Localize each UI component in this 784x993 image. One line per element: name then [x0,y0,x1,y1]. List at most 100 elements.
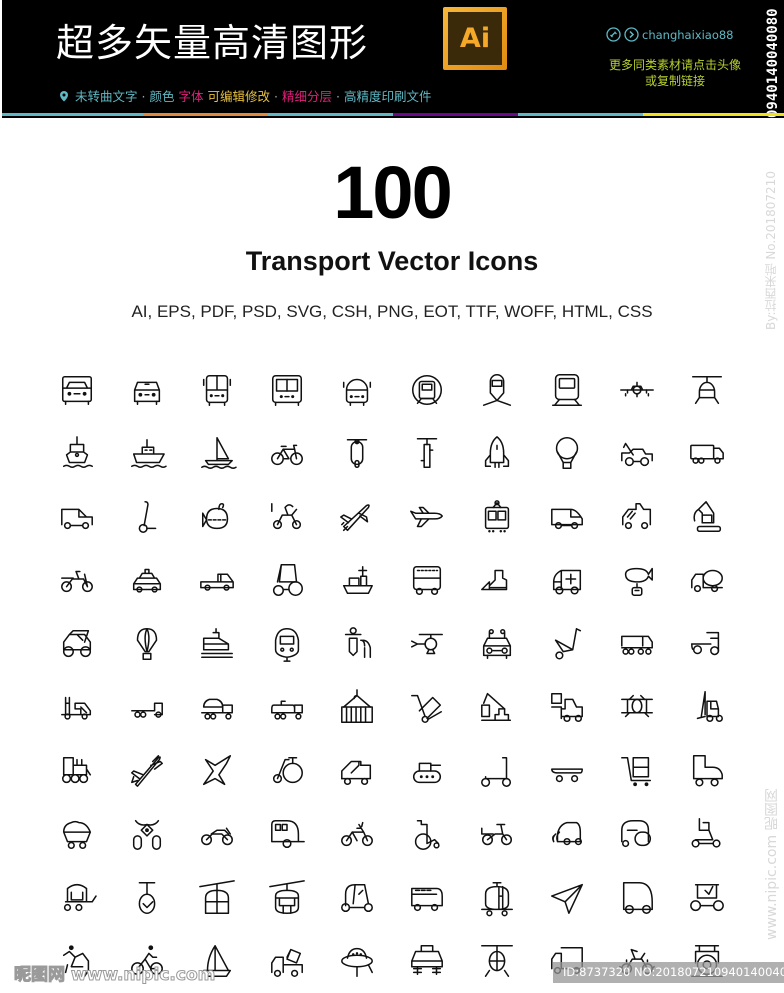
road-roller-icon [602,803,672,867]
high-speed-train-icon [252,612,322,676]
unicycle-icon [138,881,156,914]
pickup-truck-icon [182,549,252,613]
double-decker-bus-icon [412,566,442,596]
bullet-train-icon [182,612,252,676]
smart-car-icon [532,803,602,867]
wheelbarrow-icon [554,627,582,660]
unicycle-icon [112,866,182,930]
cement-mixer-icon [691,569,723,593]
kick-scooter-icon [462,739,532,803]
gondola-icon [252,866,322,930]
cable-tram-icon [484,499,510,533]
page-title: Transport Vector Icons [245,246,539,276]
balloon-icon [112,612,182,676]
coach-bus-icon [392,866,462,930]
tunnel-train-icon [411,374,443,405]
color-stripe [2,113,784,116]
double-decker-bus-icon [392,549,462,613]
pogo-stick-icon [416,438,438,469]
scooter-front-icon [322,422,392,486]
propeller-plane-icon [131,754,163,787]
semi-truck-icon [602,612,672,676]
cargo-ship-icon [322,549,392,613]
pallet-forklift-icon [551,693,583,723]
garbage-truck-icon [602,485,672,549]
airplane-front-icon [602,358,672,422]
semi-truck-icon [621,635,653,655]
illustrator-logo: Ai [443,7,507,70]
wheelchair-icon [392,803,462,867]
small-helicopter-icon [392,612,462,676]
dump-truck-icon [62,629,92,657]
van-icon [42,485,112,549]
feature-item: 未转曲文字 [75,89,138,104]
ferry-icon [131,439,167,469]
microcar-icon [622,881,653,914]
icon-count: 100 [333,151,452,234]
side-watermark-bottom: www.nipic.com 昵图网 [764,788,780,940]
motor-scooter-icon [271,502,302,529]
feature-items: 未转曲文字 · 颜色 字体 可编辑修改 · 精细分层 · 高精度印刷文件 [75,86,436,105]
golf-cart-icon [341,883,373,912]
feature-list: 未转曲文字 · 颜色 字体 可编辑修改 · 精细分层 · 高精度印刷文件 [58,86,440,105]
fighter-jet-icon [182,739,252,803]
forklift-loader-icon [61,696,92,720]
rail-tanker-icon [481,881,513,917]
caravan-icon [271,820,305,849]
airship-icon [602,549,672,613]
mobility-scooter-icon [672,803,742,867]
sailboat-icon [182,422,252,486]
subway-front-icon [322,358,392,422]
tank-icon [412,762,442,783]
shopping-cart-icon [602,739,672,803]
cable-car-icon [182,866,252,930]
smart-car-icon [551,822,583,846]
color-stripe-segment [267,113,393,116]
excavator-icon [693,500,722,532]
hoverboard-scooter-icon [138,500,157,533]
farm-tractor-icon [672,866,742,930]
image-id-banner: ID:8737320 NO:20180721094014004080 [553,962,784,983]
paper-plane-icon [532,866,602,930]
coach-bus-icon [411,887,443,911]
crane-icon [481,693,512,722]
shopping-cart-icon [621,756,652,786]
tank-icon [392,739,462,803]
sport-motorbike-icon [182,803,252,867]
truck-front-icon [42,358,112,422]
airplane-icon [322,485,392,549]
cement-mixer-icon [672,549,742,613]
helicopter-front-icon [672,358,742,422]
ferry-icon [112,422,182,486]
biplane-icon [621,695,653,718]
van-icon [61,508,93,529]
jet-plane-icon [392,485,462,549]
quad-bike-front-icon [112,803,182,867]
bicycle-icon [252,422,322,486]
mobility-scooter-icon [691,818,721,848]
tow-truck-icon [602,422,672,486]
rail-tanker-icon [462,866,532,930]
scooter-front-icon [346,439,368,469]
road-roller-icon [621,820,652,848]
vespa-icon [344,626,372,658]
carriage-icon [63,883,97,911]
skateboard-icon [551,768,583,782]
illustrator-logo-text: Ai [448,12,502,65]
sailboat-icon [201,437,237,470]
feature-item: 可编辑修改 [207,89,271,104]
hand-truck-icon [392,676,462,740]
hot-air-balloon-icon [555,437,579,470]
promo-text: 更多同类素材请点击头像 或复制链接 [590,57,760,89]
pogo-stick-icon [392,422,462,486]
color-stripe-segment [392,113,519,116]
color-stripe-segment [643,113,784,116]
bullet-train-icon [201,627,233,658]
airport-stairs-truck-icon [341,760,372,785]
author-link[interactable]: changhaixiao88 [606,27,734,42]
header-banner: 超多矢量高清图形 未转曲文字 · 颜色 字体 可编辑修改 · 精细分层 · 高精度印刷文件 Ai… [2,0,784,118]
helicopter-cabin-icon [481,945,513,978]
cargo-bike-icon [462,803,532,867]
penny-farthing-icon [252,739,322,803]
shipping-container-icon [322,676,392,740]
